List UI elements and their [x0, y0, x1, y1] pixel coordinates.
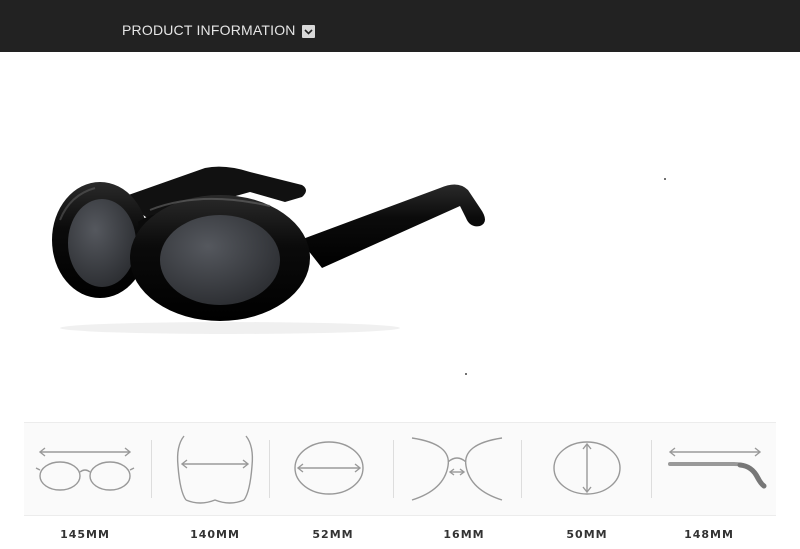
total-width-icon — [35, 447, 135, 491]
temple-length-label: 148MM — [684, 528, 734, 541]
lens-width-icon — [294, 441, 364, 495]
lens-height-icon — [553, 441, 621, 495]
sunglasses-image — [52, 166, 485, 334]
frame-width-label: 140MM — [190, 528, 240, 541]
bridge-width-icon — [411, 437, 503, 501]
divider — [521, 440, 522, 498]
lens-width-label: 52MM — [312, 528, 354, 541]
header-bar: PRODUCT INFORMATION — [0, 0, 800, 52]
lens-height-label: 50MM — [566, 528, 608, 541]
total-width-label: 145MM — [60, 528, 110, 541]
temple-length-icon — [668, 447, 767, 489]
frame-width-icon — [176, 435, 254, 504]
chevron-down-icon[interactable] — [302, 25, 315, 38]
section-title: PRODUCT INFORMATION — [122, 22, 296, 38]
divider — [393, 440, 394, 498]
divider — [151, 440, 152, 498]
stray-dot — [465, 373, 467, 375]
stray-dot — [664, 178, 666, 180]
bridge-width-label: 16MM — [443, 528, 485, 541]
divider — [651, 440, 652, 498]
